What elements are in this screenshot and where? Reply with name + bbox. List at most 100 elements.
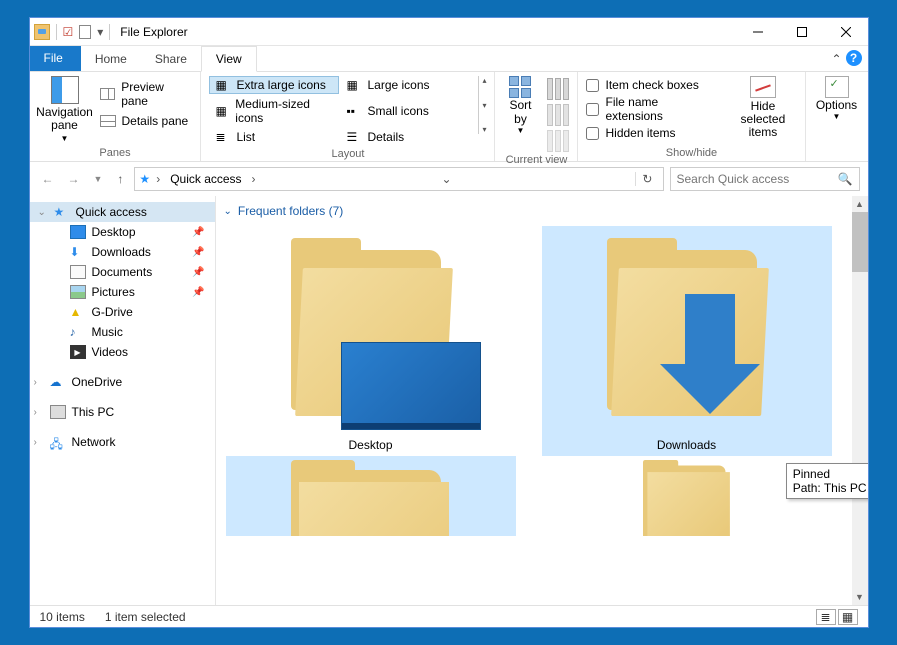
layout-large-icons[interactable]: ▦Large icons [340,76,470,94]
up-button[interactable]: ↑ [112,172,128,186]
group-options-label [814,145,860,159]
tree-quick-access[interactable]: ⌄★Quick access [30,202,215,222]
back-button[interactable]: ← [38,172,58,186]
tab-home[interactable]: Home [81,47,141,71]
network-icon: 🖧 [50,435,66,449]
quick-access-star-icon[interactable]: ★ [139,172,150,186]
navigation-pane-icon [51,76,79,104]
file-extensions-toggle[interactable]: File name extensions [586,95,717,123]
music-icon: ♪ [70,325,86,339]
scroll-up-icon[interactable]: ▴ [482,76,486,85]
close-button[interactable] [824,18,868,45]
forward-button[interactable]: → [64,172,84,186]
tab-view[interactable]: View [201,46,257,72]
group-options: Options ▼ [806,72,868,161]
tab-share[interactable]: Share [141,47,201,71]
expand-icon[interactable]: ▾ [482,125,486,134]
ribbon-tabs: File Home Share View ⌃ ? [30,46,868,72]
tree-network[interactable]: ›🖧Network [30,432,215,452]
tree-onedrive[interactable]: ›☁OneDrive [30,372,215,392]
chevron-down-icon: ▼ [61,134,69,143]
layout-details[interactable]: ☰Details [340,128,470,146]
gdrive-icon: ▲ [70,305,86,319]
preview-pane-button[interactable]: Preview pane [100,80,193,108]
search-icon[interactable]: 🔍 [838,172,853,186]
view-thumb-button[interactable]: ▦ [838,609,858,625]
add-columns-button[interactable] [547,78,569,100]
vertical-scrollbar[interactable]: ▲ ▼ [852,196,868,605]
tree-downloads[interactable]: ⬇Downloads📌 [30,242,215,262]
pin-icon: 📌 [192,287,204,298]
navigation-pane-label: Navigation pane [36,106,93,132]
size-columns-button[interactable] [547,130,569,152]
tree-this-pc[interactable]: ›This PC [30,402,215,422]
options-label: Options [816,98,857,112]
qat-doc-icon[interactable] [79,25,91,39]
scroll-down-icon[interactable]: ▾ [482,101,486,110]
expand-icon[interactable]: › [34,377,37,388]
pin-icon: 📌 [192,267,204,278]
minimize-button[interactable] [736,18,780,45]
breadcrumb-chevron-icon[interactable]: › [250,172,258,186]
section-frequent-folders[interactable]: ⌄ Frequent folders (7) [216,196,868,226]
sort-by-button[interactable]: Sort by ▼ [503,76,537,135]
help-icon[interactable]: ? [846,50,862,66]
options-button[interactable]: Options ▼ [814,76,860,121]
scroll-down-icon[interactable]: ▼ [852,589,868,605]
folder-item-downloads[interactable]: Downloads [542,226,832,456]
layout-list[interactable]: ≣List [209,128,339,146]
folder-item-desktop[interactable]: Desktop [226,226,516,456]
folder-item-partial[interactable] [226,456,516,536]
tree-videos[interactable]: ▶Videos [30,342,215,362]
item-checkboxes-toggle[interactable]: Item check boxes [586,78,717,92]
scrollbar-thumb[interactable] [852,212,868,272]
titlebar: ☑ ▾ File Explorer [30,18,868,46]
group-by-button[interactable] [547,104,569,126]
expand-icon[interactable]: ⌄ [38,207,46,218]
pin-icon: 📌 [192,247,204,258]
details-pane-button[interactable]: Details pane [100,114,193,128]
body: ⌄★Quick access Desktop📌 ⬇Downloads📌 Docu… [30,196,868,605]
tree-music[interactable]: ♪Music [30,322,215,342]
qat-checkbox-icon[interactable]: ☑ [63,25,74,39]
search-box[interactable]: 🔍 [670,167,860,191]
address-bar[interactable]: ★ › Quick access › ⌄ ↻ [134,167,663,191]
scroll-up-icon[interactable]: ▲ [852,196,868,212]
chevron-down-icon: ▼ [517,126,525,135]
refresh-button[interactable]: ↻ [635,172,658,186]
ribbon-view: Navigation pane ▼ Preview pane Details p… [30,72,868,162]
search-input[interactable] [677,172,838,186]
layout-extra-large-icons[interactable]: ▦Extra large icons [209,76,339,94]
collapse-ribbon-icon[interactable]: ⌃ [831,52,841,66]
group-show-hide-label: Show/hide [586,145,796,159]
view-details-button[interactable]: ≣ [816,609,836,625]
hidden-items-toggle[interactable]: Hidden items [586,126,717,140]
status-selected: 1 item selected [105,610,186,624]
divider [109,24,110,40]
tree-gdrive[interactable]: ▲G-Drive [30,302,215,322]
tab-file[interactable]: File [30,46,81,71]
expand-icon[interactable]: › [34,437,37,448]
layout-medium-icons[interactable]: ▦Medium-sized icons [209,95,339,127]
breadcrumb-root[interactable]: Quick access [166,172,245,186]
layout-small-icons[interactable]: ▪▪Small icons [340,95,470,127]
layout-scroll[interactable]: ▴ ▾ ▾ [478,76,486,134]
maximize-button[interactable] [780,18,824,45]
content-area: ⌄ Frequent folders (7) Desktop Down [216,196,868,605]
qat-dropdown-icon[interactable]: ▾ [97,25,103,39]
breadcrumb-chevron-icon[interactable]: › [154,172,162,186]
recent-locations-button[interactable]: ▼ [90,174,107,184]
tree-pictures[interactable]: Pictures📌 [30,282,215,302]
desktop-folder-icon [281,230,461,430]
address-dropdown-icon[interactable]: ⌄ [437,172,455,186]
sort-by-label: Sort by [503,98,537,126]
tree-desktop[interactable]: Desktop📌 [30,222,215,242]
hide-selected-button[interactable]: Hide selected items [729,76,796,140]
collapse-section-icon[interactable]: ⌄ [224,206,232,217]
navigation-pane-button[interactable]: Navigation pane ▼ [38,76,92,143]
pin-icon: 📌 [192,227,204,238]
tree-documents[interactable]: Documents📌 [30,262,215,282]
expand-icon[interactable]: › [34,407,37,418]
divider [56,24,57,40]
folder-label: Downloads [657,438,716,452]
